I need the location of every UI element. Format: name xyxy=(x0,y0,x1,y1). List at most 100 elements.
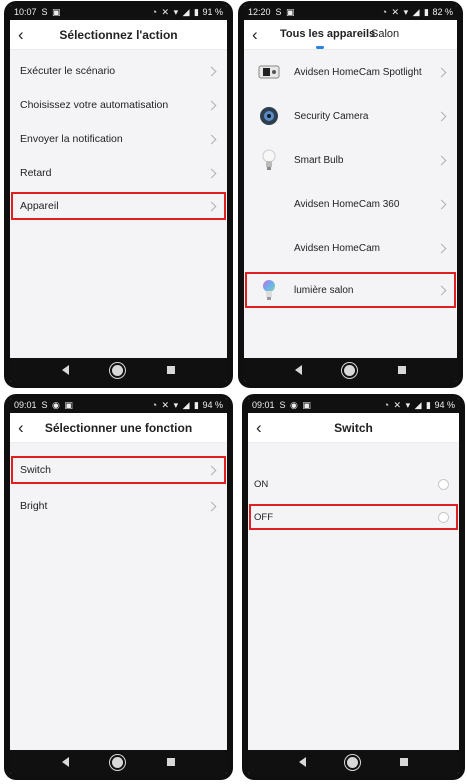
chevron-right-icon xyxy=(436,155,447,165)
option-label: ON xyxy=(254,478,269,490)
back-arrow-icon[interactable]: ‹ xyxy=(18,25,24,45)
option-on[interactable]: ON xyxy=(248,467,459,501)
status-time: 12:20 xyxy=(248,7,271,17)
device-label: lumière salon xyxy=(294,284,354,296)
nav-back-icon[interactable] xyxy=(298,757,306,767)
list-item-automation[interactable]: Choisissez votre automatisation xyxy=(10,88,227,122)
nav-recents-icon[interactable] xyxy=(397,366,406,374)
nav-back-icon[interactable] xyxy=(61,757,69,767)
device-row[interactable]: Avidsen HomeCam Spotlight xyxy=(244,50,457,94)
active-tab-indicator xyxy=(316,46,324,49)
phone-screen-device-list: 12:20 S ▣ ◔ ✕ ▾ ◢ ▮ 82 % ‹ Tous les appa… xyxy=(238,1,463,388)
status-bar: 09:01 S ◉ ▣ ◔ ✕ ▾ ◢ ▮ 94 % xyxy=(248,398,459,413)
smart-bulb-icon xyxy=(258,149,280,171)
battery-level: 82 % xyxy=(432,7,453,17)
status-bar: 09:01 S ◉ ▣ ◔ ✕ ▾ ◢ ▮ 94 % xyxy=(10,398,227,413)
option-label: OFF xyxy=(254,511,273,523)
chevron-right-icon xyxy=(206,100,217,110)
chevron-right-icon xyxy=(206,66,217,76)
device-label: Avidsen HomeCam Spotlight xyxy=(294,66,422,78)
app-bar: ‹ Tous les appareils Salon xyxy=(244,20,457,50)
device-row[interactable]: Avidsen HomeCam xyxy=(244,226,457,270)
system-nav-bar xyxy=(10,750,227,774)
list-item-device[interactable]: Appareil xyxy=(10,191,227,221)
screen: 12:20 S ▣ ◔ ✕ ▾ ◢ ▮ 82 % ‹ Tous les appa… xyxy=(244,5,457,382)
list-item-label: Bright xyxy=(20,500,48,512)
chevron-right-icon xyxy=(436,111,447,121)
status-bar: 12:20 S ▣ ◔ ✕ ▾ ◢ ▮ 82 % xyxy=(244,5,457,20)
screen: 09:01 S ◉ ▣ ◔ ✕ ▾ ◢ ▮ 94 % ‹ Switch ON O… xyxy=(248,398,459,774)
list-item-label: Retard xyxy=(20,167,52,179)
device-row[interactable]: Smart Bulb xyxy=(244,138,457,182)
list-item-bright[interactable]: Bright xyxy=(10,489,227,523)
action-list: Exécuter le scénario Choisissez votre au… xyxy=(10,50,227,358)
phone-screen-select-action: 10:07 S ▣ ◔ ✕ ▾ ◢ ▮ 91 % ‹ Sélectionnez … xyxy=(4,1,233,388)
status-right-icons: ◔ ✕ ▾ ◢ ▮ xyxy=(151,7,200,17)
status-left-icons: S ◉ ▣ xyxy=(41,400,74,410)
back-arrow-icon[interactable]: ‹ xyxy=(252,25,258,45)
battery-level: 94 % xyxy=(202,400,223,410)
list-item-delay[interactable]: Retard xyxy=(10,156,227,190)
nav-recents-icon[interactable] xyxy=(167,366,176,374)
chevron-right-icon xyxy=(206,134,217,144)
nav-back-icon[interactable] xyxy=(61,365,69,375)
list-item-label: Envoyer la notification xyxy=(20,133,123,145)
list-item-run-scene[interactable]: Exécuter le scénario xyxy=(10,54,227,88)
status-time: 10:07 xyxy=(14,7,37,17)
status-bar: 10:07 S ▣ ◔ ✕ ▾ ◢ ▮ 91 % xyxy=(10,5,227,20)
chevron-right-icon xyxy=(436,243,447,253)
chevron-right-icon xyxy=(436,199,447,209)
nav-recents-icon[interactable] xyxy=(167,758,176,766)
radio-button[interactable] xyxy=(438,478,449,490)
list-item-switch[interactable]: Switch xyxy=(10,455,227,485)
security-camera-icon xyxy=(258,105,280,127)
app-bar: ‹ Sélectionnez l'action xyxy=(10,20,227,50)
screen: 10:07 S ▣ ◔ ✕ ▾ ◢ ▮ 91 % ‹ Sélectionnez … xyxy=(10,5,227,382)
device-list: Avidsen HomeCam Spotlight Security Camer… xyxy=(244,50,457,358)
tab-salon[interactable]: Salon xyxy=(371,28,399,40)
nav-home-icon[interactable] xyxy=(112,756,124,768)
screen: 09:01 S ◉ ▣ ◔ ✕ ▾ ◢ ▮ 94 % ‹ Sélectionne… xyxy=(10,398,227,774)
status-left-icons: S ◉ ▣ xyxy=(279,400,312,410)
chevron-right-icon xyxy=(206,168,217,178)
tab-all-devices[interactable]: Tous les appareils xyxy=(280,28,375,40)
status-right-icons: ◔ ✕ ▾ ◢ ▮ xyxy=(383,400,432,410)
phone-screen-switch: 09:01 S ◉ ▣ ◔ ✕ ▾ ◢ ▮ 94 % ‹ Switch ON O… xyxy=(242,394,465,780)
chevron-right-icon xyxy=(206,501,217,511)
nav-back-icon[interactable] xyxy=(295,365,303,375)
device-label: Security Camera xyxy=(294,110,369,122)
page-title: Sélectionnez l'action xyxy=(59,27,178,42)
spotlight-camera-icon xyxy=(258,61,280,83)
nav-recents-icon[interactable] xyxy=(400,758,409,766)
device-label: Avidsen HomeCam xyxy=(294,242,380,254)
option-off[interactable]: OFF xyxy=(248,503,459,531)
device-label: Smart Bulb xyxy=(294,154,344,166)
list-item-label: Switch xyxy=(20,464,51,476)
nav-home-icon[interactable] xyxy=(112,364,124,376)
switch-options: ON OFF xyxy=(248,443,459,750)
list-item-label: Appareil xyxy=(20,200,59,212)
back-arrow-icon[interactable]: ‹ xyxy=(18,418,24,438)
app-bar: ‹ Sélectionner une fonction xyxy=(10,413,227,443)
device-row-lumiere-salon[interactable]: lumière salon xyxy=(244,271,457,309)
radio-button[interactable] xyxy=(438,511,449,523)
device-row[interactable]: Security Camera xyxy=(244,94,457,138)
nav-home-icon[interactable] xyxy=(344,364,356,376)
battery-level: 94 % xyxy=(434,400,455,410)
device-label: Avidsen HomeCam 360 xyxy=(294,198,400,210)
status-left-icons: S ▣ xyxy=(275,7,296,17)
status-right-icons: ◔ ✕ ▾ ◢ ▮ xyxy=(151,400,200,410)
system-nav-bar xyxy=(248,750,459,774)
system-nav-bar xyxy=(244,358,457,382)
chevron-right-icon xyxy=(436,285,447,295)
nav-home-icon[interactable] xyxy=(347,756,359,768)
page-title: Switch xyxy=(334,420,373,435)
status-time: 09:01 xyxy=(14,400,37,410)
chevron-right-icon xyxy=(436,67,447,77)
list-item-notification[interactable]: Envoyer la notification xyxy=(10,122,227,156)
device-row[interactable]: Avidsen HomeCam 360 xyxy=(244,182,457,226)
system-nav-bar xyxy=(10,358,227,382)
back-arrow-icon[interactable]: ‹ xyxy=(256,418,262,438)
color-bulb-icon xyxy=(258,279,280,301)
chevron-right-icon xyxy=(206,201,217,211)
